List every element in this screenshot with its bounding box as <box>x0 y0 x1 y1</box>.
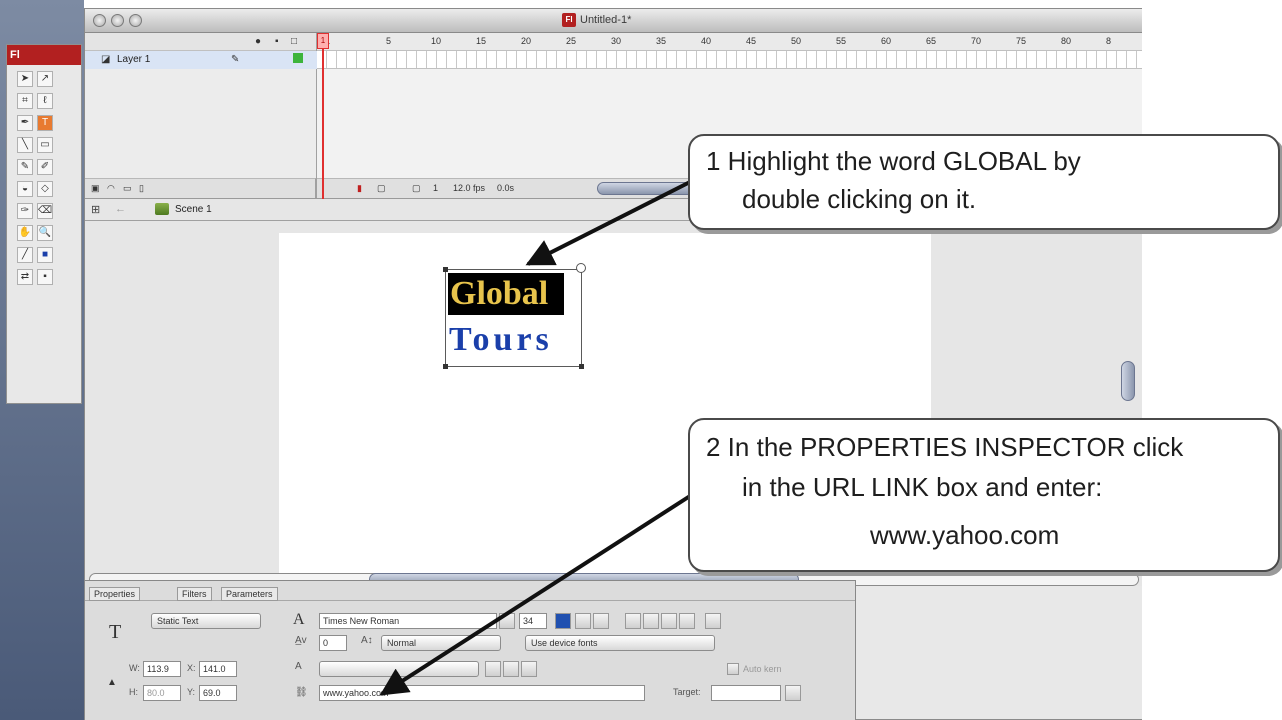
callout-step-1: 1 Highlight the word GLOBAL by double cl… <box>688 134 1280 230</box>
arrow-to-url-field <box>379 494 692 696</box>
step2-line1: 2 In the PROPERTIES INSPECTOR click <box>706 432 1184 462</box>
step1-line1: 1 Highlight the word GLOBAL by <box>706 146 1081 176</box>
step1-line2: double clicking on it. <box>742 184 977 214</box>
step2-line2: in the URL LINK box and enter: <box>742 472 1103 502</box>
instruction-arrows <box>379 180 692 696</box>
arrow-to-global <box>525 180 691 266</box>
screenshot-root: Fl Untitled-1* ● ▪ □ ◪ Layer 1 ✎ ▣ ◠ ▭ ▯… <box>0 0 1282 720</box>
callout-step-2: 2 In the PROPERTIES INSPECTOR click in t… <box>688 418 1280 572</box>
step2-line3: www.yahoo.com <box>870 520 1060 550</box>
